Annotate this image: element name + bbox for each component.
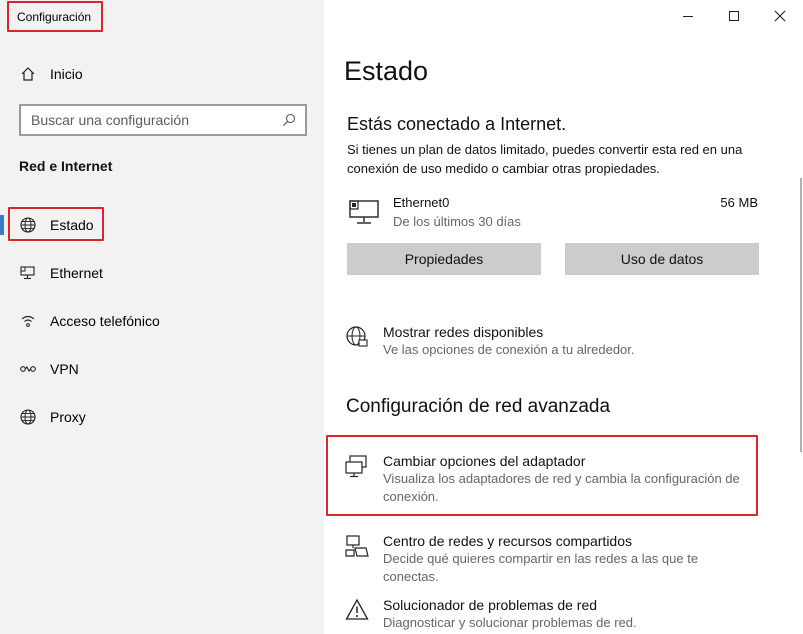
globe-icon	[18, 407, 38, 427]
sidebar: Configuración Inicio Red e Internet Esta…	[0, 0, 324, 634]
show-networks-link[interactable]: Mostrar redes disponibles Ve las opcione…	[344, 323, 753, 359]
advanced-settings-title: Configuración de red avanzada	[346, 396, 611, 417]
section-title: Red e Internet	[19, 158, 113, 174]
ethernet-icon	[18, 263, 38, 283]
sidebar-item-estado[interactable]: Estado	[0, 205, 324, 245]
show-networks-title: Mostrar redes disponibles	[383, 324, 544, 340]
search-icon[interactable]	[281, 112, 297, 128]
show-networks-description: Ve las opciones de conexión a tu alreded…	[383, 342, 635, 357]
minimize-icon	[683, 16, 693, 17]
sidebar-item-label: Estado	[50, 217, 94, 233]
scrollbar[interactable]	[800, 178, 802, 452]
connection-name: Ethernet0	[393, 195, 450, 210]
dialup-icon	[18, 311, 38, 331]
maximize-icon	[729, 11, 739, 21]
page-title: Estado	[344, 56, 429, 86]
change-adapter-options-description: Visualiza los adaptadores de red y cambi…	[383, 471, 740, 504]
sidebar-item-label: Inicio	[50, 66, 83, 82]
search-box[interactable]	[19, 104, 307, 136]
globe-icon	[18, 215, 38, 235]
ethernet-computer-icon	[349, 200, 379, 224]
network-adapter-icon	[344, 452, 370, 478]
network-troubleshooter-link[interactable]: Solucionador de problemas de red Diagnos…	[344, 596, 753, 632]
network-sharing-center-title: Centro de redes y recursos compartidos	[383, 533, 632, 549]
minimize-button[interactable]	[665, 0, 711, 32]
warning-icon	[344, 596, 370, 622]
network-troubleshooter-title: Solucionador de problemas de red	[383, 597, 598, 613]
app-title: Configuración	[17, 10, 92, 24]
network-sharing-center-link[interactable]: Centro de redes y recursos compartidos D…	[344, 532, 753, 586]
properties-button[interactable]: Propiedades	[347, 243, 541, 275]
search-input[interactable]	[31, 112, 281, 128]
close-icon	[774, 10, 786, 22]
sidebar-item-label: VPN	[50, 361, 79, 377]
main-content: Estado Estás conectado a Internet. Si ti…	[324, 0, 803, 634]
network-globe-icon	[344, 323, 370, 349]
data-usage-value: 56 MB	[720, 195, 758, 210]
maximize-button[interactable]	[711, 0, 757, 32]
connection-subtitle: De los últimos 30 días	[393, 214, 521, 229]
network-troubleshooter-description: Diagnosticar y solucionar problemas de r…	[383, 615, 637, 630]
sidebar-item-acceso-telefonico[interactable]: Acceso telefónico	[0, 301, 324, 341]
data-usage-button[interactable]: Uso de datos	[565, 243, 759, 275]
home-icon	[18, 64, 38, 84]
close-button[interactable]	[757, 0, 803, 32]
sidebar-item-label: Proxy	[50, 409, 86, 425]
sidebar-item-label: Ethernet	[50, 265, 103, 281]
connection-status-description: Si tienes un plan de datos limitado, pue…	[347, 142, 743, 176]
sidebar-item-home[interactable]: Inicio	[18, 63, 318, 85]
connection-status-heading: Estás conectado a Internet.	[347, 114, 567, 134]
sidebar-item-ethernet[interactable]: Ethernet	[0, 253, 324, 293]
vpn-icon	[18, 359, 38, 379]
network-sharing-icon	[344, 532, 370, 558]
sidebar-item-vpn[interactable]: VPN	[0, 349, 324, 389]
network-sharing-center-description: Decide qué quieres compartir en las rede…	[383, 551, 699, 584]
sidebar-item-proxy[interactable]: Proxy	[0, 397, 324, 437]
change-adapter-options-link[interactable]: Cambiar opciones del adaptador Visualiza…	[344, 452, 753, 506]
change-adapter-options-title: Cambiar opciones del adaptador	[383, 453, 586, 469]
sidebar-item-label: Acceso telefónico	[50, 313, 160, 329]
